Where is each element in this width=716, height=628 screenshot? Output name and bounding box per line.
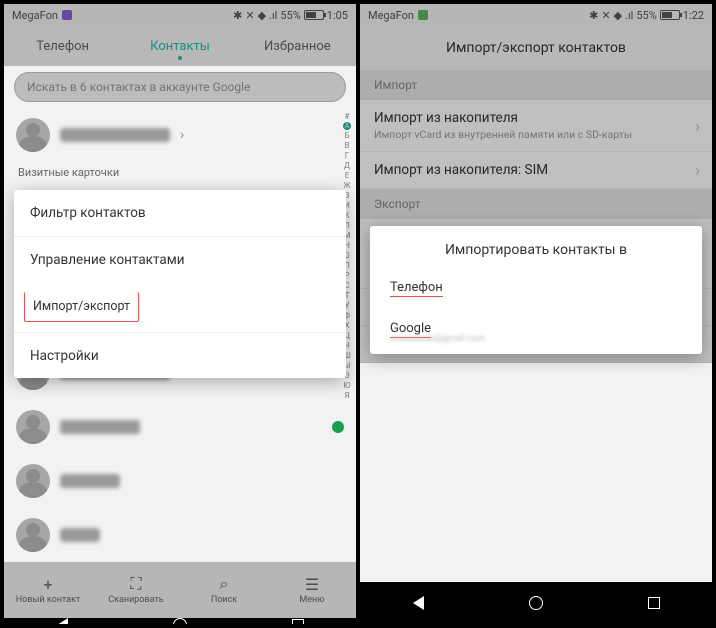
- clock: 1:05: [327, 9, 348, 22]
- vibrate-icon: ✕: [245, 9, 254, 22]
- index-active: А: [343, 122, 351, 130]
- menu-manage-contacts[interactable]: Управление контактами: [14, 236, 346, 282]
- search-input[interactable]: Искать в 6 контактах в аккаунте Google: [14, 72, 346, 102]
- search-icon: ⌕: [215, 575, 233, 593]
- sim-icon: [62, 10, 72, 20]
- menu-button[interactable]: ☰Меню: [268, 562, 356, 618]
- import-target-dialog: Импортировать контакты в Телефон Google …: [370, 226, 702, 354]
- signal-icon: .ıl: [625, 9, 633, 22]
- tab-favorites[interactable]: Избранное: [239, 39, 356, 54]
- nav-recent-icon[interactable]: [292, 619, 304, 624]
- status-icons: ✱ ✕ ◆ .ıl 55% 1:22: [589, 9, 704, 22]
- page-title: Импорт/экспорт контактов: [360, 26, 712, 70]
- list-item: [4, 454, 356, 508]
- nav-back-icon[interactable]: [413, 596, 424, 610]
- bluetooth-icon: ✱: [233, 9, 242, 22]
- bluetooth-icon: ✱: [589, 9, 598, 22]
- status-bar: MegaFon ✱ ✕ ◆ .ıl 55% 1:05: [4, 4, 356, 26]
- wifi-icon: ◆: [258, 9, 266, 22]
- scan-button[interactable]: ⛶Сканировать: [92, 562, 180, 618]
- search-button[interactable]: ⌕Поиск: [180, 562, 268, 618]
- battery-pct: 55%: [636, 9, 656, 22]
- menu-import-export[interactable]: Импорт/экспорт: [24, 292, 139, 322]
- left-screenshot: MegaFon ✱ ✕ ◆ .ıl 55% 1:05 Телефон Конта…: [4, 4, 356, 624]
- avatar: [16, 518, 50, 552]
- menu-filter-contacts[interactable]: Фильтр контактов: [14, 190, 346, 236]
- chevron-right-icon: ›: [180, 127, 184, 143]
- list-item: ›: [4, 108, 356, 162]
- right-screenshot: MegaFon ✱ ✕ ◆ .ıl 55% 1:22 Импорт/экспор…: [360, 4, 712, 624]
- avatar: [16, 410, 50, 444]
- plus-icon: +: [39, 575, 57, 593]
- bottom-toolbar: +Новый контакт ⛶Сканировать ⌕Поиск ☰Меню: [4, 562, 356, 618]
- clock: 1:22: [683, 9, 704, 22]
- section-header: Визитные карточки: [4, 162, 356, 184]
- android-navbar: [360, 582, 712, 624]
- google-account-sub: xxxxxxxxxx@gmail.com: [390, 334, 702, 354]
- chevron-right-icon: ›: [695, 116, 700, 135]
- wifi-icon: ◆: [614, 9, 622, 22]
- battery-icon: [660, 10, 680, 20]
- battery-pct: 55%: [280, 9, 300, 22]
- scan-icon: ⛶: [127, 575, 145, 593]
- context-menu: Фильтр контактов Управление контактами И…: [14, 190, 346, 378]
- tab-contacts[interactable]: Контакты: [121, 39, 238, 54]
- nav-recent-icon[interactable]: [648, 597, 660, 609]
- battery-icon: [304, 10, 324, 20]
- section-import: Импорт: [360, 70, 712, 100]
- row-import-storage[interactable]: Импорт из накопителя Импорт vCard из вну…: [360, 100, 712, 152]
- nav-home-icon[interactable]: [529, 596, 543, 610]
- android-navbar: [4, 618, 356, 624]
- top-tabs: Телефон Контакты Избранное: [4, 26, 356, 66]
- sim-icon: [418, 10, 428, 20]
- list-item: [4, 508, 356, 562]
- list-item: [4, 400, 356, 454]
- menu-settings[interactable]: Настройки: [14, 332, 346, 378]
- dialog-title: Импортировать контакты в: [370, 226, 702, 268]
- signal-icon: .ıl: [269, 9, 277, 22]
- nav-back-icon[interactable]: [57, 618, 68, 624]
- avatar: [16, 118, 50, 152]
- status-icons: ✱ ✕ ◆ .ıl 55% 1:05: [233, 9, 348, 22]
- section-export: Экспорт: [360, 189, 712, 219]
- status-bar: MegaFon ✱ ✕ ◆ .ıl 55% 1:22: [360, 4, 712, 26]
- avatar: [16, 464, 50, 498]
- row-import-sim[interactable]: Импорт из накопителя: SIM ›: [360, 152, 712, 189]
- menu-icon: ☰: [303, 575, 321, 593]
- nav-home-icon[interactable]: [173, 618, 187, 624]
- chevron-right-icon: ›: [695, 161, 700, 180]
- tab-phone[interactable]: Телефон: [4, 39, 121, 54]
- carrier-label: MegaFon: [368, 9, 414, 22]
- vibrate-icon: ✕: [601, 9, 610, 22]
- new-contact-button[interactable]: +Новый контакт: [4, 562, 92, 618]
- carrier-label: MegaFon: [12, 9, 58, 22]
- dialog-option-phone[interactable]: Телефон: [370, 268, 702, 309]
